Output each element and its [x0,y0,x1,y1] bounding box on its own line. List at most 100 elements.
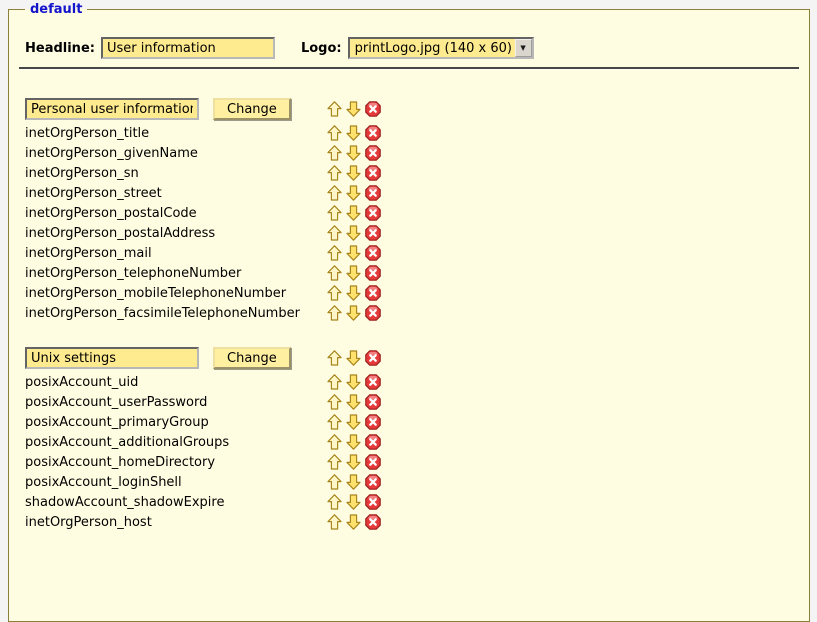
move-down-icon[interactable] [346,454,362,470]
attribute-row: inetOrgPerson_street [25,183,799,203]
move-up-icon[interactable] [327,454,343,470]
attribute-row: inetOrgPerson_givenName [25,143,799,163]
move-down-icon[interactable] [346,434,362,450]
attribute-row-content: posixAccount_userPassword [25,395,327,410]
move-up-icon[interactable] [327,101,343,117]
move-up-icon[interactable] [327,374,343,390]
row-action-icons [327,125,381,141]
move-up-icon[interactable] [327,414,343,430]
delete-icon[interactable] [365,514,381,530]
delete-icon[interactable] [365,205,381,221]
move-up-icon[interactable] [327,205,343,221]
change-button[interactable]: Change [213,98,291,120]
move-up-icon[interactable] [327,305,343,321]
move-up-icon[interactable] [327,125,343,141]
move-down-icon[interactable] [346,514,362,530]
move-down-icon[interactable] [346,350,362,366]
move-up-icon[interactable] [327,245,343,261]
move-up-icon[interactable] [327,474,343,490]
section-title-input[interactable] [25,98,199,120]
attribute-row: inetOrgPerson_postalCode [25,203,799,223]
move-down-icon[interactable] [346,225,362,241]
move-down-icon[interactable] [346,245,362,261]
delete-icon[interactable] [365,474,381,490]
attribute-row-content: inetOrgPerson_mobileTelephoneNumber [25,286,327,301]
row-action-icons [327,285,381,301]
attribute-row: inetOrgPerson_facsimileTelephoneNumber [25,303,799,323]
attribute-row-content: inetOrgPerson_givenName [25,146,327,161]
move-up-icon[interactable] [327,514,343,530]
attribute-section: Change inetOrgPerson_title [25,98,799,323]
section-title-input[interactable] [25,347,199,369]
logo-select[interactable]: printLogo.jpg (140 x 60) ▼ [348,37,534,59]
delete-icon[interactable] [365,145,381,161]
attribute-row-content: inetOrgPerson_sn [25,166,327,181]
move-up-icon[interactable] [327,285,343,301]
delete-icon[interactable] [365,125,381,141]
move-down-icon[interactable] [346,305,362,321]
section-header-row: Change [25,98,799,120]
change-button[interactable]: Change [213,347,291,369]
row-action-icons [327,494,381,510]
attribute-row-content: inetOrgPerson_mail [25,246,327,261]
move-down-icon[interactable] [346,165,362,181]
attribute-row: inetOrgPerson_telephoneNumber [25,263,799,283]
delete-icon[interactable] [365,245,381,261]
row-action-icons [327,454,381,470]
move-down-icon[interactable] [346,265,362,281]
attribute-row: inetOrgPerson_host [25,512,799,532]
attribute-row: posixAccount_uid [25,372,799,392]
attribute-row-content: inetOrgPerson_postalCode [25,206,327,221]
delete-icon[interactable] [365,225,381,241]
move-up-icon[interactable] [327,350,343,366]
move-up-icon[interactable] [327,185,343,201]
move-up-icon[interactable] [327,434,343,450]
move-down-icon[interactable] [346,145,362,161]
field-label: posixAccount_homeDirectory [25,455,215,470]
delete-icon[interactable] [365,350,381,366]
move-down-icon[interactable] [346,285,362,301]
row-action-icons [327,165,381,181]
move-up-icon[interactable] [327,494,343,510]
delete-icon[interactable] [365,285,381,301]
chevron-down-icon[interactable]: ▼ [515,39,532,57]
move-up-icon[interactable] [327,225,343,241]
move-down-icon[interactable] [346,101,362,117]
move-up-icon[interactable] [327,165,343,181]
attribute-row-content: posixAccount_uid [25,375,327,390]
move-down-icon[interactable] [346,205,362,221]
field-label: inetOrgPerson_telephoneNumber [25,266,241,281]
section-header-row: Change [25,347,799,369]
attribute-row: posixAccount_additionalGroups [25,432,799,452]
delete-icon[interactable] [365,414,381,430]
move-up-icon[interactable] [327,265,343,281]
delete-icon[interactable] [365,454,381,470]
delete-icon[interactable] [365,185,381,201]
delete-icon[interactable] [365,374,381,390]
move-up-icon[interactable] [327,145,343,161]
move-down-icon[interactable] [346,494,362,510]
move-down-icon[interactable] [346,474,362,490]
attribute-row: inetOrgPerson_mail [25,243,799,263]
move-down-icon[interactable] [346,374,362,390]
attribute-row-content: inetOrgPerson_street [25,186,327,201]
delete-icon[interactable] [365,165,381,181]
row-action-icons [327,145,381,161]
delete-icon[interactable] [365,434,381,450]
attribute-row-content: inetOrgPerson_facsimileTelephoneNumber [25,306,327,321]
attribute-row: inetOrgPerson_title [25,123,799,143]
delete-icon[interactable] [365,494,381,510]
move-up-icon[interactable] [327,394,343,410]
delete-icon[interactable] [365,305,381,321]
move-down-icon[interactable] [346,185,362,201]
delete-icon[interactable] [365,265,381,281]
delete-icon[interactable] [365,394,381,410]
row-action-icons [327,101,381,117]
move-down-icon[interactable] [346,394,362,410]
field-label: inetOrgPerson_postalAddress [25,226,215,241]
headline-input[interactable] [101,37,275,59]
move-down-icon[interactable] [346,125,362,141]
delete-icon[interactable] [365,101,381,117]
section-rows: posixAccount_uid posixAccount_userPasswo… [25,372,799,532]
move-down-icon[interactable] [346,414,362,430]
